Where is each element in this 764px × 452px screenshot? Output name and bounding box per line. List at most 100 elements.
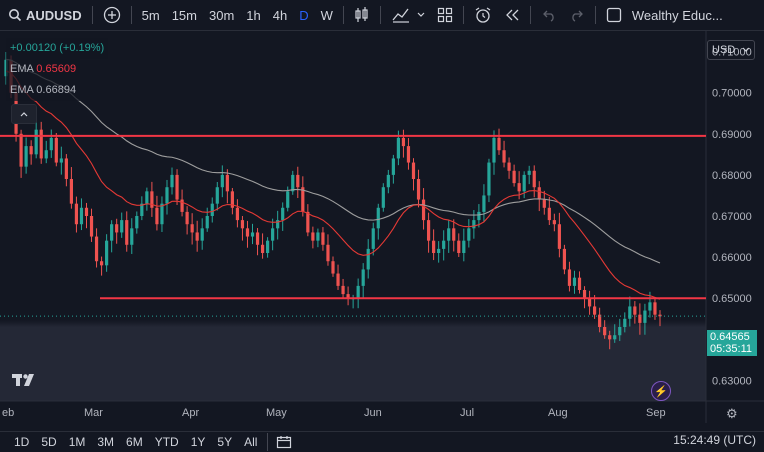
range-5y[interactable]: 5Y [211, 435, 238, 449]
chevron-up-icon [20, 111, 28, 117]
candle-body [567, 269, 572, 286]
candle-body [200, 228, 204, 241]
interval-d[interactable]: D [293, 0, 314, 30]
candle-body [406, 146, 411, 163]
interval-w[interactable]: W [315, 0, 339, 30]
symbol-search[interactable]: AUDUSD [0, 0, 88, 30]
range-1d[interactable]: 1D [8, 435, 35, 449]
candle-body [260, 244, 265, 253]
candle-body [59, 158, 63, 163]
gear-icon[interactable]: ⚙ [726, 406, 738, 422]
candle-body [613, 335, 617, 340]
divider [529, 6, 531, 24]
candle-body [552, 220, 556, 225]
layout-button[interactable] [431, 0, 459, 30]
candle-body [110, 224, 114, 241]
candle-body [135, 216, 139, 229]
candle-body [502, 150, 506, 163]
candle-body [386, 174, 390, 188]
ema-fast-row[interactable]: EMA 0.65609 [6, 59, 81, 80]
candle-body [271, 228, 275, 241]
candle-body [165, 187, 169, 204]
range-3m[interactable]: 3M [91, 435, 120, 449]
candle-body [447, 228, 451, 241]
candle-body [155, 207, 159, 225]
candle-body [482, 195, 486, 212]
range-5d[interactable]: 5D [35, 435, 62, 449]
interval-30m[interactable]: 30m [203, 0, 240, 30]
candle-body [532, 170, 536, 188]
divider [462, 6, 464, 24]
candle-body [185, 211, 189, 225]
candle-body [120, 220, 124, 233]
candle-body [49, 137, 53, 151]
ema-slow-row[interactable]: EMA 0.66894 [6, 80, 81, 101]
divider [130, 6, 132, 24]
currency-select[interactable]: USD [707, 40, 755, 60]
utc-clock[interactable]: 15:24:49 (UTC) [673, 433, 756, 447]
candle-body [115, 224, 119, 233]
indicators-button[interactable] [385, 0, 431, 30]
interval-15m[interactable]: 15m [166, 0, 203, 30]
candle-body [507, 162, 511, 171]
time-axis[interactable]: eb Mar Apr May Jun Jul Aug Sep [2, 407, 666, 419]
candle-body [19, 133, 23, 167]
candle-body [326, 244, 330, 262]
legend-collapse-button[interactable] [11, 104, 37, 124]
candle-body [411, 162, 416, 179]
interval-1h[interactable]: 1h [240, 0, 266, 30]
price-chart[interactable]: 0.710000.700000.690000.680000.670000.660… [0, 31, 764, 423]
range-1y[interactable]: 1Y [185, 435, 212, 449]
candle-body [266, 240, 270, 253]
time-tick-label: May [266, 407, 287, 419]
range-1m[interactable]: 1M [63, 435, 92, 449]
calendar-icon[interactable] [276, 435, 292, 449]
price-tick-label: 0.67000 [712, 211, 752, 223]
compare-button[interactable] [97, 0, 127, 30]
redo-icon [569, 8, 585, 22]
divider [91, 6, 93, 24]
candle-body [442, 240, 446, 249]
replay-button[interactable] [498, 0, 526, 30]
candle-body [235, 207, 240, 221]
lightning-icon[interactable]: ⚡ [651, 381, 671, 401]
time-tick-label: Jun [364, 407, 382, 419]
candle-body [145, 191, 149, 204]
top-toolbar: AUDUSD 5m 15m 30m 1h 4h D W Wealthy Educ… [0, 0, 764, 31]
redo-button[interactable] [563, 0, 591, 30]
plus-circle-icon [103, 6, 121, 24]
range-6m[interactable]: 6M [120, 435, 149, 449]
candle-body [366, 248, 370, 270]
ema-fast-label: EMA [10, 63, 34, 75]
chart-type-button[interactable] [348, 0, 376, 30]
ema-slow-value: 0.66894 [36, 84, 77, 96]
tradingview-logo[interactable] [12, 374, 40, 392]
chevron-down-icon[interactable] [417, 12, 425, 18]
interval-5m[interactable]: 5m [136, 0, 166, 30]
candle-body [361, 269, 365, 286]
candle-body [125, 220, 129, 245]
alert-button[interactable] [468, 0, 498, 30]
candle-body [84, 207, 89, 216]
range-ytd[interactable]: YTD [149, 435, 185, 449]
current-price: 0.64565 [710, 331, 750, 343]
candle-body [512, 170, 516, 184]
time-tick-label: eb [2, 407, 14, 419]
interval-4h[interactable]: 4h [267, 0, 293, 30]
undo-button[interactable] [535, 0, 563, 30]
candle-body [587, 298, 592, 307]
candle-body [562, 248, 567, 270]
chevron-down-icon [742, 47, 750, 53]
range-all[interactable]: All [238, 435, 263, 449]
ema-slow-label: EMA [10, 84, 34, 96]
rewind-icon [504, 8, 520, 22]
candle-body [175, 174, 179, 200]
range-group: 1D 5D 1M 3M 6M YTD 1Y 5Y All [0, 435, 263, 449]
candle-body [69, 179, 73, 204]
candle-body [527, 170, 531, 175]
candle-body [557, 224, 561, 249]
bar-countdown: 05:35:11 [710, 343, 753, 355]
account-button[interactable]: Wealthy Educ... [600, 0, 729, 30]
candle-body [653, 302, 657, 315]
candle-body [341, 285, 345, 295]
